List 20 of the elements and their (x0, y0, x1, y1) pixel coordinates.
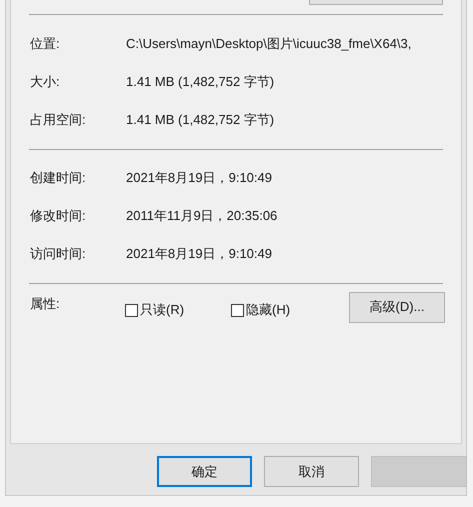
checkbox-option[interactable]: 只读(R) (125, 300, 231, 320)
field-label: 创建时间: (29, 169, 87, 188)
field-label: 访问时间: (29, 245, 87, 264)
field-value: 1.41 MB (1,482,752 字节) (126, 111, 274, 130)
field-label: 修改时间: (29, 207, 87, 226)
checkbox[interactable] (231, 304, 244, 316)
field-value: C:\Users\mayn\Desktop\图片\icuuc38_fme\X64\3, (126, 35, 412, 54)
ok-button[interactable]: 确定 (157, 456, 252, 487)
checkbox-option[interactable]: 隐藏(H) (231, 300, 337, 320)
field-value: 2021年8月19日，9:10:49 (126, 169, 272, 188)
cancel-button[interactable]: 取消 (264, 456, 359, 487)
field-value: 1.41 MB (1,482,752 字节) (126, 73, 274, 92)
advanced-button[interactable]: 高级(D)... (349, 292, 445, 322)
field-label: 属性: (30, 295, 61, 313)
field-label: 大小: (29, 73, 61, 92)
checkbox[interactable] (125, 304, 138, 316)
field-label: 位置: (29, 35, 61, 54)
field-value: 2021年8月19日，9:10:49 (126, 245, 272, 264)
field-label: 占用空间: (29, 111, 87, 130)
field-value: 2011年11月9日，20:35:06 (126, 207, 278, 226)
